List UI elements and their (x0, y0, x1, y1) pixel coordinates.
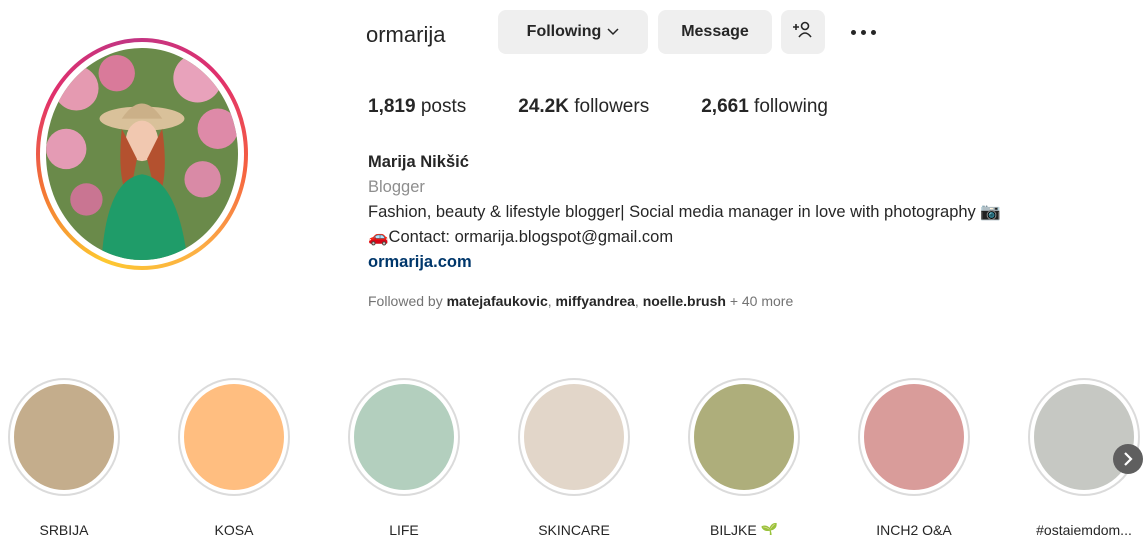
message-button-label: Message (681, 23, 749, 40)
more-options-icon[interactable] (846, 22, 880, 42)
dot (860, 29, 866, 35)
followed-by-more: + 40 more (729, 293, 794, 309)
profile-stats: 1,819 posts 24.2K followers 2,661 follow… (368, 96, 880, 118)
highlight-cover (354, 384, 454, 490)
highlight-label: SKINCARE (538, 522, 610, 535)
highlight-ring (8, 378, 120, 496)
bio-line-2: 🚗Contact: ormarija.blogspot@gmail.com (368, 228, 674, 246)
message-button[interactable]: Message (658, 10, 772, 54)
avatar-frame (40, 42, 244, 266)
highlight-ring (348, 378, 460, 496)
highlight-label: KOSA (214, 522, 254, 535)
category-label: Blogger (368, 178, 425, 196)
highlight-label: BILJKE 🌱 (709, 522, 778, 535)
website-link[interactable]: ormarija.com (368, 250, 1001, 275)
highlight-cover (1034, 384, 1134, 490)
highlight-item[interactable]: LIFE (344, 378, 464, 535)
highlight-ring (858, 378, 970, 496)
following-label: following (754, 96, 828, 117)
bio-line-1: Fashion, beauty & lifestyle blogger| Soc… (368, 203, 1001, 221)
full-name: Marija Nikšić (368, 153, 469, 171)
highlight-ring (1028, 378, 1140, 496)
highlight-label: INCH2 Q&A (876, 522, 952, 535)
dot (870, 29, 876, 35)
highlight-cover (864, 384, 964, 490)
follower-name-3: noelle.brush (642, 293, 726, 309)
highlight-label: SRBIJA (39, 522, 89, 535)
highlight-ring (688, 378, 800, 496)
followed-by-prefix: Followed by (368, 293, 443, 309)
following-stat[interactable]: 2,661 following (701, 96, 828, 118)
following-button-label: Following (526, 23, 602, 40)
add-person-icon (792, 21, 814, 44)
highlight-ring (518, 378, 630, 496)
posts-stat: 1,819 posts (368, 96, 466, 118)
profile-avatar-ring[interactable] (36, 38, 248, 270)
highlight-item[interactable]: SRBIJA (4, 378, 124, 535)
profile-username: ormarija (366, 22, 446, 47)
followers-label: followers (574, 96, 650, 117)
following-count: 2,661 (701, 96, 749, 117)
highlight-item[interactable]: SKINCARE (514, 378, 634, 535)
highlight-cover (694, 384, 794, 490)
followed-by[interactable]: Followed by matejafaukovic, miffyandrea,… (368, 293, 793, 309)
follower-name-2: miffyandrea (555, 293, 635, 309)
following-button[interactable]: Following (498, 10, 648, 54)
highlight-ring (178, 378, 290, 496)
followers-stat[interactable]: 24.2K followers (518, 96, 649, 118)
highlight-label: #ostajemdom... (1036, 522, 1132, 535)
chevron-down-icon (607, 23, 619, 41)
highlight-cover (184, 384, 284, 490)
highlight-cover (14, 384, 114, 490)
profile-avatar (46, 48, 238, 260)
suggested-accounts-button[interactable] (781, 10, 825, 54)
highlight-item[interactable]: KOSA (174, 378, 294, 535)
highlight-item[interactable]: INCH2 Q&A (854, 378, 974, 535)
followers-count: 24.2K (518, 96, 569, 117)
posts-label: posts (420, 96, 467, 117)
follower-name-1: matejafaukovic (446, 293, 548, 309)
profile-bio: Marija Nikšić Blogger Fashion, beauty & … (368, 150, 1001, 275)
chevron-right-icon[interactable] (1113, 444, 1143, 474)
highlight-item[interactable]: BILJKE 🌱 (684, 378, 804, 535)
highlight-label: LIFE (389, 522, 419, 535)
dot (850, 29, 856, 35)
highlight-cover (524, 384, 624, 490)
posts-count: 1,819 (368, 96, 416, 117)
story-highlights: SRBIJA KOSA LIFE SKINCARE BILJKE 🌱 INCH2… (0, 378, 1145, 535)
